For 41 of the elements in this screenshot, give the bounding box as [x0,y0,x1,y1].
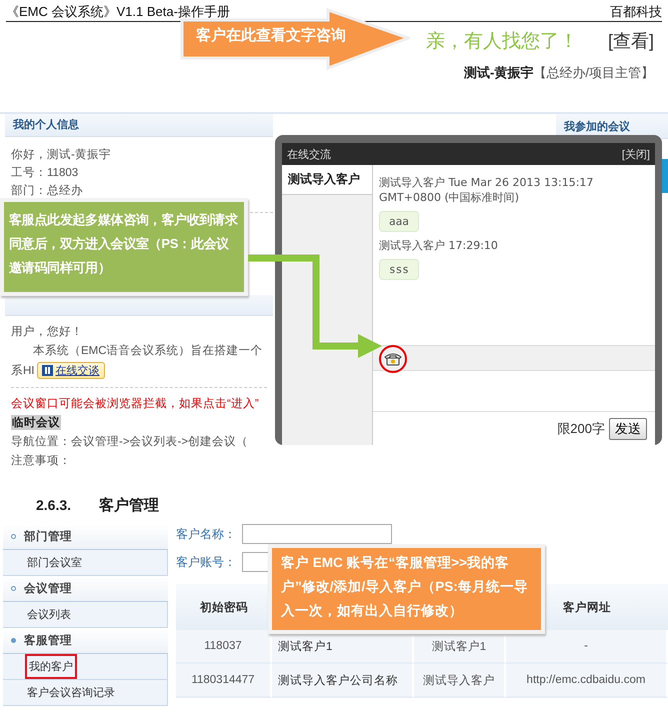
view-link[interactable]: [查看] [608,29,654,53]
table-cell: 测试导入客户 [414,664,506,698]
table-cell: http://emc.cdbaidu.com [506,664,668,698]
char-limit-text: 限200字 [557,420,605,438]
company-name: 百都科技 [610,3,662,21]
phone-icon[interactable] [384,352,402,366]
send-button[interactable]: 发送 [609,418,647,440]
meeting-type-label: 临时会议 [11,415,61,430]
notes-label: 注意事项： [11,453,72,468]
document-title: 《EMC 会议系统》V1.1 Beta-操作手册 [6,3,230,21]
warning-text: 会议窗口可能会被浏览器拦截，如果点击“进入” [11,387,267,411]
info-line: 部门：总经办 [11,183,84,198]
info-line: 你好，测试-黄振宇 [11,147,112,162]
message-header: 测试导入客户 17:29:10 [379,238,499,253]
info-line: 工号：11803 [11,166,80,180]
notice-text: 亲，有人找您了！ [426,30,578,54]
field-label: 客户账号： [176,554,236,570]
user-info: 测试-黄振宇【总经办/项目主管】 [464,64,654,82]
intro-text: 本系统（EMC语音会议系统）旨在搭建一个 [32,343,264,358]
menu-item[interactable]: 我的客户 [25,654,77,679]
dialog-title: 在线交流 [287,148,331,162]
message-header: 测试导入客户 Tue Mar 26 2013 13:15:17 GMT+0800 (中国标准时间) [379,175,594,205]
annotation-tooltip: 客户 EMC 账号在“客服管理>>我的客户”修改/添加/导入客户（PS:每月统一导入一次，如有出入自行修改） [268,544,545,634]
contact-tab[interactable]: 测试导入客户 [282,165,372,195]
chat-icon [42,365,52,376]
input-field[interactable] [242,524,392,544]
callout-text: 客户在此查看文字咨询 [196,26,346,45]
field-label: 客户名称： [176,526,236,542]
table-cell: 测试导入客户公司名称 [272,664,414,698]
callout-text: 客服点此发起多媒体咨询，客户收到请求同意后，双方进入会议室（PS：此会议邀请码同样可用） [0,198,248,296]
close-link[interactable]: [关闭] [622,146,650,162]
panel-title: 我的个人信息 [5,114,273,137]
intro-text: 系HI [11,363,34,378]
table-cell: 1180314477 [176,664,272,698]
message-bubble: aaa [379,211,419,232]
online-chat-link[interactable]: 在线交谈 [36,362,104,379]
message-bubble: sss [379,259,419,280]
section-title: 客户管理 [99,496,160,514]
section-number: 2.6.3. [36,497,72,513]
greeting-text: 用户，您好！ [11,324,84,339]
nav-path-text: 导航位置：会议管理->会议列表->创建会议（ [11,434,250,449]
